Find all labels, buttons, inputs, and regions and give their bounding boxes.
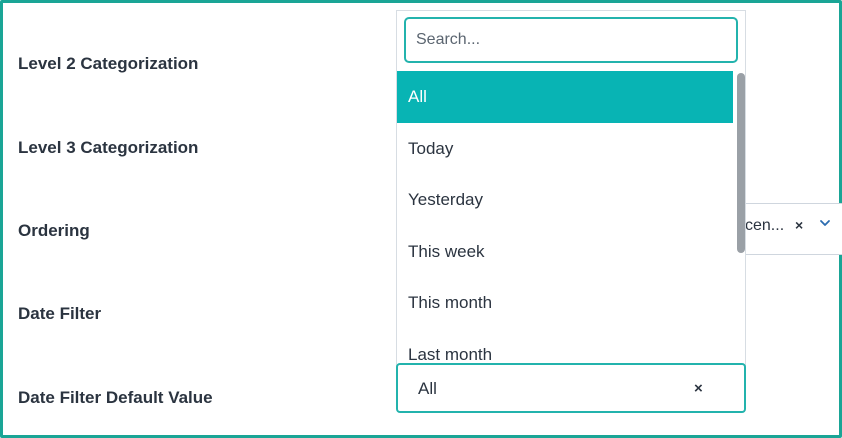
- level3-label: Level 3 Categorization: [18, 138, 199, 157]
- option-list: All Today Yesterday This week This month…: [397, 71, 733, 370]
- level2-label: Level 2 Categorization: [18, 54, 199, 73]
- option-all[interactable]: All: [397, 71, 733, 123]
- option-today[interactable]: Today: [397, 123, 733, 175]
- option-yesterday[interactable]: Yesterday: [397, 174, 733, 226]
- option-this-week[interactable]: This week: [397, 226, 733, 278]
- close-icon[interactable]: ×: [694, 380, 703, 397]
- ordering-label: Ordering: [18, 221, 90, 240]
- date-filter-default-label: Date Filter Default Value: [18, 388, 213, 407]
- date-filter-dropdown: All Today Yesterday This week This month…: [396, 10, 746, 370]
- date-filter-label: Date Filter: [18, 304, 102, 323]
- ordering-value: cen...: [745, 217, 785, 234]
- chevron-down-icon[interactable]: [818, 216, 832, 230]
- option-this-month[interactable]: This month: [397, 277, 733, 329]
- search-input[interactable]: [404, 17, 738, 63]
- ordering-clear-icon[interactable]: ×: [795, 217, 803, 233]
- scrollbar-thumb[interactable]: [737, 73, 745, 253]
- date-filter-default-select[interactable]: All ×: [396, 363, 746, 413]
- selected-value: All: [418, 379, 437, 398]
- scrollbar[interactable]: [734, 71, 745, 370]
